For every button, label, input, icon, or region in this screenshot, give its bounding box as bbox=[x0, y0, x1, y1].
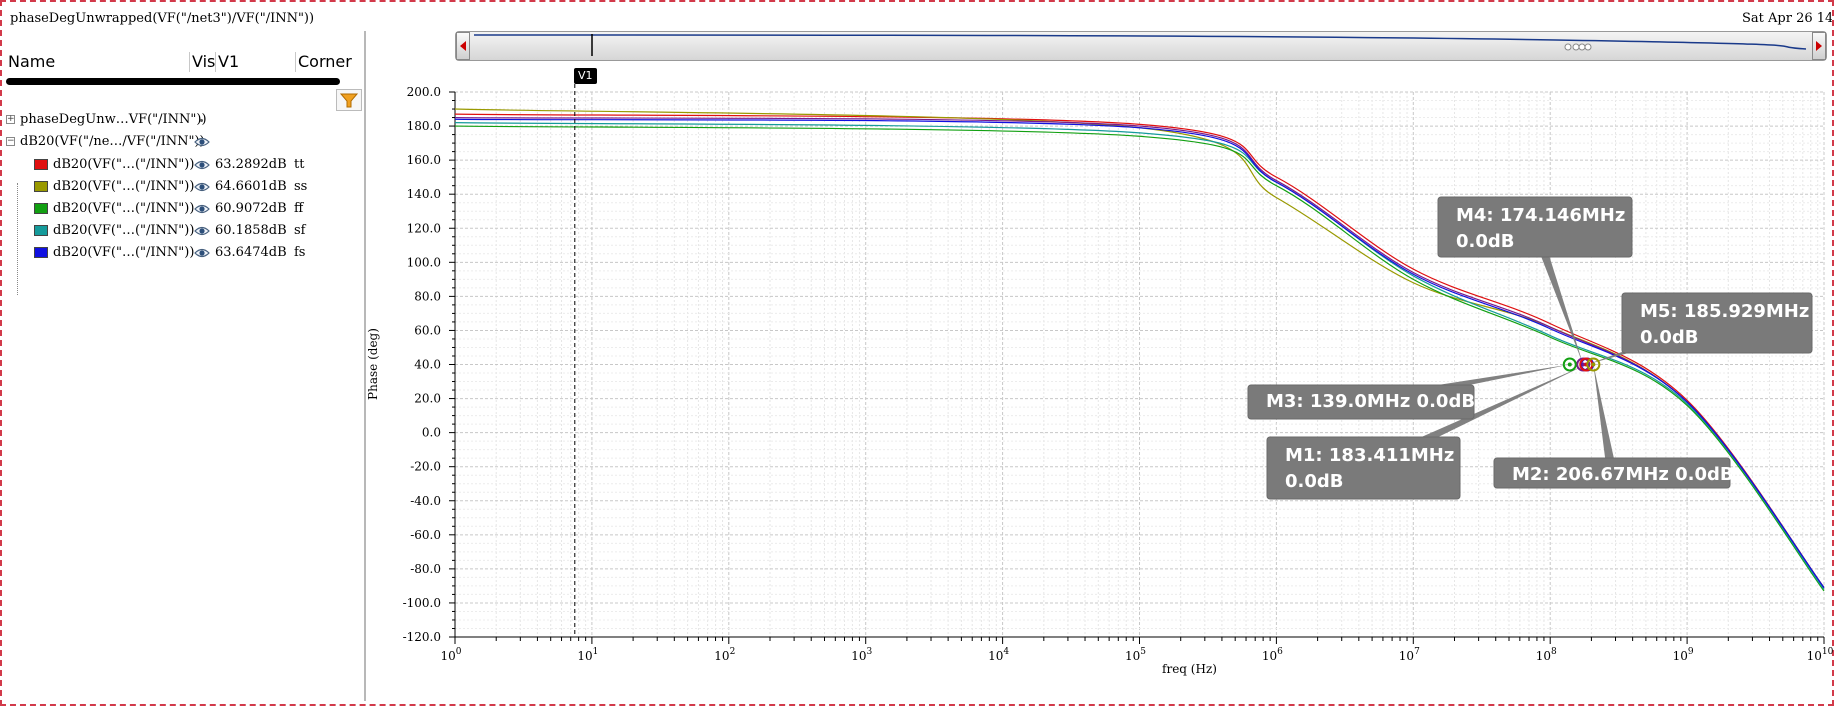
marker-value: 0.0dB bbox=[1456, 231, 1515, 252]
marker-label: M3: 139.0MHz 0.0dB bbox=[1266, 391, 1475, 412]
y-tick-label: 20.0 bbox=[414, 392, 441, 406]
y-tick-label: 200.0 bbox=[407, 85, 441, 99]
x-tick-label: 102 bbox=[714, 647, 735, 663]
marker-label: M1: 183.411MHz bbox=[1285, 445, 1454, 466]
y-tick-label: 180.0 bbox=[407, 119, 441, 133]
y-tick-label: -20.0 bbox=[410, 460, 441, 474]
y-tick-label: 0.0 bbox=[422, 426, 441, 440]
y-tick-label: 140.0 bbox=[407, 187, 441, 201]
marker-label: M2: 206.67MHz 0.0dB bbox=[1512, 464, 1734, 485]
marker-point-center bbox=[1567, 362, 1572, 367]
x-tick-label: 108 bbox=[1536, 647, 1557, 663]
marker-label: M5: 185.929MHz bbox=[1640, 301, 1809, 322]
x-tick-label: 107 bbox=[1399, 647, 1420, 663]
marker-value: 0.0dB bbox=[1640, 327, 1699, 348]
marker-label: M4: 174.146MHz bbox=[1456, 205, 1625, 226]
x-axis-label: freq (Hz) bbox=[1162, 662, 1217, 676]
y-tick-label: 60.0 bbox=[414, 323, 441, 337]
y-tick-label: -120.0 bbox=[403, 630, 441, 644]
x-tick-label: 106 bbox=[1262, 647, 1283, 663]
y-tick-label: -80.0 bbox=[410, 562, 441, 576]
x-tick-label: 103 bbox=[851, 647, 872, 663]
y-tick-label: 100.0 bbox=[407, 255, 441, 269]
y-tick-label: 160.0 bbox=[407, 153, 441, 167]
y-tick-label: -100.0 bbox=[403, 596, 441, 610]
y-axis-label: Phase (deg) bbox=[366, 328, 380, 400]
y-tick-label: 40.0 bbox=[414, 358, 441, 372]
x-tick-label: 104 bbox=[988, 647, 1009, 663]
marker-value: 0.0dB bbox=[1285, 471, 1344, 492]
y-tick-label: -40.0 bbox=[410, 494, 441, 508]
y-tick-label: 80.0 bbox=[414, 289, 441, 303]
x-tick-label: 101 bbox=[577, 647, 598, 663]
x-tick-label: 100 bbox=[440, 647, 461, 663]
x-tick-label: 105 bbox=[1125, 647, 1146, 663]
x-tick-label: 109 bbox=[1673, 647, 1694, 663]
phase-chart[interactable]: 200.0 180.0 160.0 140.0 120.0 100.0 80.0 60.0 40… bbox=[0, 0, 1834, 706]
x-tick-label: 1010 bbox=[1807, 647, 1834, 663]
y-tick-label: 120.0 bbox=[407, 221, 441, 235]
y-tick-label: -60.0 bbox=[410, 528, 441, 542]
marker-point-center bbox=[1591, 362, 1596, 367]
